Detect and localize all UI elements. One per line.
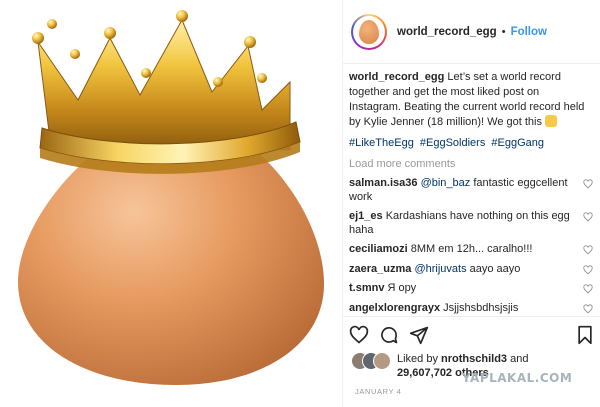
heart-icon: [349, 325, 369, 344]
instagram-post: world_record_egg • Follow world_record_e…: [0, 0, 600, 407]
share-button[interactable]: [409, 325, 429, 345]
action-bar: [343, 316, 600, 346]
comment-mention[interactable]: @hrijuvats: [414, 263, 466, 275]
comment-heart-icon[interactable]: [583, 303, 593, 314]
separator-dot: •: [501, 25, 506, 38]
raised-hands-emoji-icon: [545, 115, 558, 127]
avatar[interactable]: [351, 13, 387, 50]
comment-heart-icon[interactable]: [583, 179, 593, 189]
comment-text: aayo aayo: [469, 262, 521, 275]
hashtag-egg-soldiers[interactable]: #EggSoldiers: [420, 137, 485, 149]
comment-username[interactable]: zaera_uzma: [349, 263, 411, 275]
bookmark-icon: [578, 325, 592, 345]
comment-text: 8MM em 12h... caralho!!!: [410, 243, 533, 255]
post-image[interactable]: [0, 0, 342, 407]
comment-heart-icon[interactable]: [583, 245, 593, 255]
likes-middle: and: [510, 353, 529, 365]
hashtag-like-the-egg[interactable]: #LikeTheEgg: [349, 137, 414, 149]
comment-username[interactable]: t.smnv: [349, 282, 384, 294]
header-username[interactable]: world_record_egg: [397, 26, 497, 38]
post-date: JANUARY 4: [355, 387, 402, 396]
share-icon: [409, 326, 429, 345]
comment-row: zaera_uzma @hrijuvats aayo aayo: [349, 263, 593, 277]
liker-avatar[interactable]: [373, 352, 391, 370]
likes-prefix: Liked by: [397, 353, 438, 365]
comment-username[interactable]: salman.isa36: [349, 177, 418, 189]
comment-text: Kardashians have nothing on this egg hah…: [349, 210, 570, 236]
likes-user[interactable]: nrothschild3: [441, 353, 507, 365]
crowned-egg-illustration: [18, 10, 324, 385]
watermark: YAPLAKAL.COM: [462, 371, 573, 385]
caption: world_record_egg Let’s set a world recor…: [349, 70, 593, 130]
comment-text: Jsjjshsbdhsjsjis: [443, 301, 519, 314]
comment-row: angelxlorengrayx Jsjjshsbdhsjsjis: [349, 302, 593, 316]
hashtag-list: #LikeTheEgg #EggSoldiers #EggGang: [349, 136, 593, 151]
comment-text: Я ору: [387, 282, 417, 294]
egg-avatar-image: [359, 19, 379, 44]
comment-row: ceciliamozi 8MM em 12h... caralho!!!: [349, 243, 593, 257]
comment-row: salman.isa36 @bin_baz fantastic eggcelle…: [349, 177, 593, 204]
comment-row: t.smnv Я ору: [349, 282, 593, 296]
post-side-panel: world_record_egg • Follow world_record_e…: [342, 0, 600, 407]
post-header: world_record_egg • Follow: [343, 0, 600, 64]
comment-icon: [381, 327, 398, 344]
comment-heart-icon[interactable]: [583, 284, 593, 294]
like-button[interactable]: [349, 325, 369, 345]
comment-heart-icon[interactable]: [583, 264, 593, 275]
comment-button[interactable]: [379, 325, 399, 345]
comment-row: ej1_es Kardashians have nothing on this …: [349, 210, 593, 237]
save-button[interactable]: [575, 325, 595, 345]
comment-username[interactable]: ceciliamozi: [349, 243, 408, 255]
comment-username[interactable]: angelxlorengrayx: [349, 302, 440, 314]
follow-button[interactable]: Follow: [511, 26, 547, 38]
comment-mention[interactable]: @bin_baz: [421, 177, 471, 189]
caption-username[interactable]: world_record_egg: [349, 71, 444, 83]
comment-heart-icon[interactable]: [583, 212, 593, 222]
comment-username[interactable]: ej1_es: [349, 210, 383, 222]
hashtag-egg-gang[interactable]: #EggGang: [491, 137, 544, 149]
comments-section: world_record_egg Let’s set a world recor…: [349, 70, 593, 315]
load-more-comments-button[interactable]: Load more comments: [349, 158, 593, 170]
